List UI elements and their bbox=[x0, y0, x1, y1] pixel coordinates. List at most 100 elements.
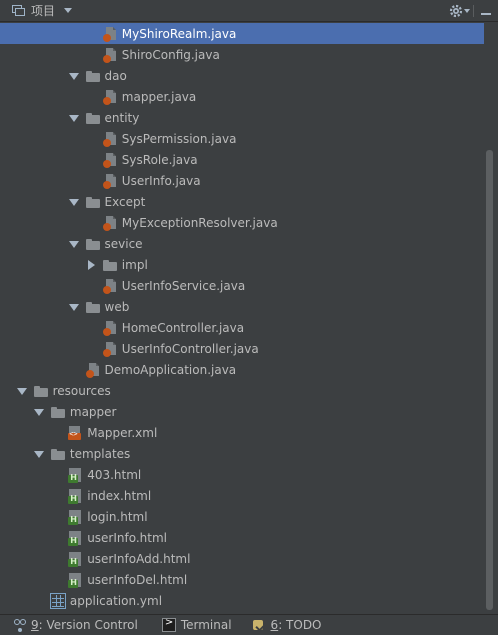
project-view-title[interactable]: 项目 bbox=[31, 2, 55, 19]
tree-row-sysrole-java[interactable]: SysRole.java bbox=[0, 149, 484, 170]
tree-row-userinfo-java[interactable]: UserInfo.java bbox=[0, 170, 484, 191]
java-file-icon bbox=[102, 320, 118, 336]
tree-row-label: index.html bbox=[87, 488, 152, 503]
html-file-icon bbox=[67, 488, 83, 504]
todo-icon bbox=[252, 618, 266, 632]
tree-row-userinfoservice-java[interactable]: UserInfoService.java bbox=[0, 275, 484, 296]
java-file-icon bbox=[102, 89, 118, 105]
tree-row-label: Except bbox=[104, 194, 146, 209]
gear-icon[interactable] bbox=[448, 3, 464, 19]
java-file-icon bbox=[102, 26, 118, 42]
tree-row-403-html[interactable]: 403.html bbox=[0, 464, 484, 485]
tree-row-web[interactable]: web bbox=[0, 296, 484, 317]
expand-down-icon[interactable] bbox=[68, 71, 79, 81]
tree-row-userinfo-html[interactable]: userInfo.html bbox=[0, 527, 484, 548]
expand-down-icon[interactable] bbox=[68, 302, 79, 312]
tree-row-mapper[interactable]: mapper bbox=[0, 401, 484, 422]
expand-down-icon[interactable] bbox=[16, 386, 27, 396]
collapse-right-icon[interactable] bbox=[86, 259, 96, 270]
tree-row-label: UserInfo.java bbox=[121, 173, 201, 188]
tree-row-except[interactable]: Except bbox=[0, 191, 484, 212]
tree-row-homecontroller-java[interactable]: HomeController.java bbox=[0, 317, 484, 338]
tree-row-mapper-xml[interactable]: Mapper.xml bbox=[0, 422, 484, 443]
vertical-scrollbar[interactable] bbox=[486, 150, 493, 610]
tree-row-myshirorealm-java[interactable]: MyShiroRealm.java bbox=[0, 23, 484, 44]
java-file-icon bbox=[102, 341, 118, 357]
folder-icon bbox=[50, 404, 66, 420]
todo-label: : TODO bbox=[278, 618, 322, 632]
tree-row-label: userInfoAdd.html bbox=[87, 551, 191, 566]
tree-row-label: ShiroConfig.java bbox=[121, 47, 220, 62]
expand-down-icon[interactable] bbox=[68, 197, 79, 207]
folder-icon bbox=[50, 446, 66, 462]
tree-row-label: web bbox=[104, 299, 130, 314]
java-file-icon bbox=[85, 362, 101, 378]
tree-row-shiroconfig-java[interactable]: ShiroConfig.java bbox=[0, 44, 484, 65]
tree-row-sevice[interactable]: sevice bbox=[0, 233, 484, 254]
tree-row-login-html[interactable]: login.html bbox=[0, 506, 484, 527]
tree-row-label: impl bbox=[121, 257, 148, 272]
folder-icon bbox=[85, 236, 101, 252]
tree-row-resources[interactable]: resources bbox=[0, 380, 484, 401]
tree-row-label: DemoApplication.java bbox=[104, 362, 237, 377]
java-file-icon bbox=[102, 131, 118, 147]
tree-row-userinfoadd-html[interactable]: userInfoAdd.html bbox=[0, 548, 484, 569]
version-control-tab[interactable]: 9: Version Control bbox=[12, 615, 138, 635]
tree-row-mapper-java[interactable]: mapper.java bbox=[0, 86, 484, 107]
tree-row-index-html[interactable]: index.html bbox=[0, 485, 484, 506]
java-file-icon bbox=[102, 152, 118, 168]
html-file-icon bbox=[67, 467, 83, 483]
tree-row-label: templates bbox=[69, 446, 131, 461]
folder-icon bbox=[85, 68, 101, 84]
tree-row-label: userInfo.html bbox=[87, 530, 168, 545]
yml-file-icon bbox=[49, 592, 66, 609]
folder-icon bbox=[85, 110, 101, 126]
version-control-label: : Version Control bbox=[38, 618, 138, 632]
version-control-icon bbox=[12, 618, 26, 632]
tree-row-label: mapper.java bbox=[121, 89, 197, 104]
tree-row-label: MyShiroRealm.java bbox=[121, 26, 237, 41]
expand-down-icon[interactable] bbox=[68, 113, 79, 123]
settings-chevron-down-icon[interactable] bbox=[464, 9, 470, 13]
expand-down-icon[interactable] bbox=[33, 407, 44, 417]
todo-tab[interactable]: 6: TODO bbox=[252, 615, 322, 635]
tree-row-userinfocontroller-java[interactable]: UserInfoController.java bbox=[0, 338, 484, 359]
expand-down-icon[interactable] bbox=[68, 239, 79, 249]
html-file-icon bbox=[67, 551, 83, 567]
tree-row-label: entity bbox=[104, 110, 140, 125]
tree-row-label: UserInfoService.java bbox=[121, 278, 246, 293]
java-file-icon bbox=[102, 47, 118, 63]
header-divider bbox=[473, 5, 474, 17]
tree-row-syspermission-java[interactable]: SysPermission.java bbox=[0, 128, 484, 149]
project-view-icon[interactable] bbox=[12, 4, 26, 17]
tree-row-label: HomeController.java bbox=[121, 320, 245, 335]
folder-icon bbox=[33, 383, 49, 399]
project-tree[interactable]: MyShiroRealm.java ShiroConfig.java dao mapp… bbox=[0, 23, 498, 613]
tree-row-label: dao bbox=[104, 68, 127, 83]
view-dropdown-chevron-icon[interactable] bbox=[64, 8, 73, 13]
tree-row-label: mapper bbox=[69, 404, 117, 419]
tree-row-label: SysRole.java bbox=[121, 152, 198, 167]
terminal-label: Terminal bbox=[180, 618, 232, 632]
tree-row-userinfodel-html[interactable]: userInfoDel.html bbox=[0, 569, 484, 590]
tree-row-label: application.yml bbox=[69, 593, 163, 608]
folder-icon bbox=[85, 194, 101, 210]
folder-icon bbox=[102, 257, 118, 273]
tree-row-dao[interactable]: dao bbox=[0, 65, 484, 86]
version-control-mnemonic: 9 bbox=[31, 618, 39, 632]
tree-row-label: Mapper.xml bbox=[87, 425, 158, 440]
expand-down-icon[interactable] bbox=[33, 449, 44, 459]
tree-row-demoapplication-java[interactable]: DemoApplication.java bbox=[0, 359, 484, 380]
html-file-icon bbox=[67, 530, 83, 546]
tree-row-impl[interactable]: impl bbox=[0, 254, 484, 275]
tree-row-application-yml[interactable]: application.yml bbox=[0, 590, 484, 611]
xml-file-icon bbox=[67, 425, 83, 441]
tree-row-templates[interactable]: templates bbox=[0, 443, 484, 464]
html-file-icon bbox=[67, 572, 83, 588]
tree-row-label: MyExceptionResolver.java bbox=[121, 215, 278, 230]
tree-row-entity[interactable]: entity bbox=[0, 107, 484, 128]
tree-row-label: UserInfoController.java bbox=[121, 341, 259, 356]
terminal-tab[interactable]: Terminal bbox=[161, 615, 232, 635]
tree-row-myexceptionresolver-java[interactable]: MyExceptionResolver.java bbox=[0, 212, 484, 233]
minimize-icon[interactable] bbox=[480, 5, 492, 17]
